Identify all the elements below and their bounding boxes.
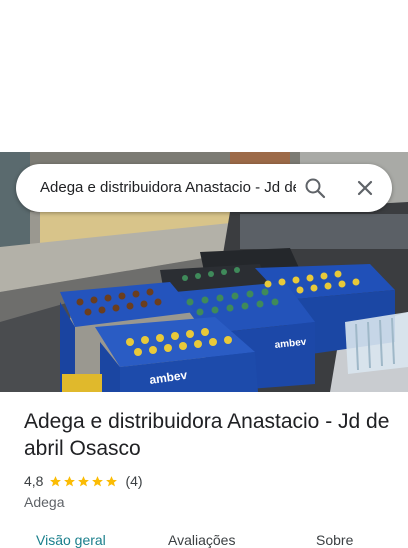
star-icon bbox=[92, 475, 104, 486]
rating-row[interactable]: 4,8 (4) bbox=[24, 472, 143, 490]
blank-header-area bbox=[0, 0, 408, 152]
tab-about[interactable]: Sobre bbox=[316, 532, 353, 548]
place-tabs: Visão geral Avaliações Sobre bbox=[0, 528, 408, 548]
tab-reviews[interactable]: Avaliações bbox=[168, 532, 235, 548]
place-title: Adega e distribuidora Anastacio - Jd de … bbox=[24, 410, 390, 460]
close-icon[interactable] bbox=[353, 176, 377, 200]
search-input[interactable]: Adega e distribuidora Anastacio - Jd de … bbox=[40, 164, 296, 212]
star-icon bbox=[50, 475, 62, 486]
search-bar[interactable]: Adega e distribuidora Anastacio - Jd de … bbox=[16, 164, 392, 212]
rating-value: 4,8 bbox=[24, 473, 44, 489]
star-icon bbox=[106, 475, 118, 486]
review-count[interactable]: (4) bbox=[125, 473, 142, 489]
rating-stars bbox=[49, 475, 119, 488]
star-icon bbox=[64, 475, 76, 486]
star-icon bbox=[78, 475, 90, 486]
place-category: Adega bbox=[24, 494, 65, 510]
search-icon[interactable] bbox=[303, 176, 327, 200]
tab-overview[interactable]: Visão geral bbox=[36, 532, 106, 548]
